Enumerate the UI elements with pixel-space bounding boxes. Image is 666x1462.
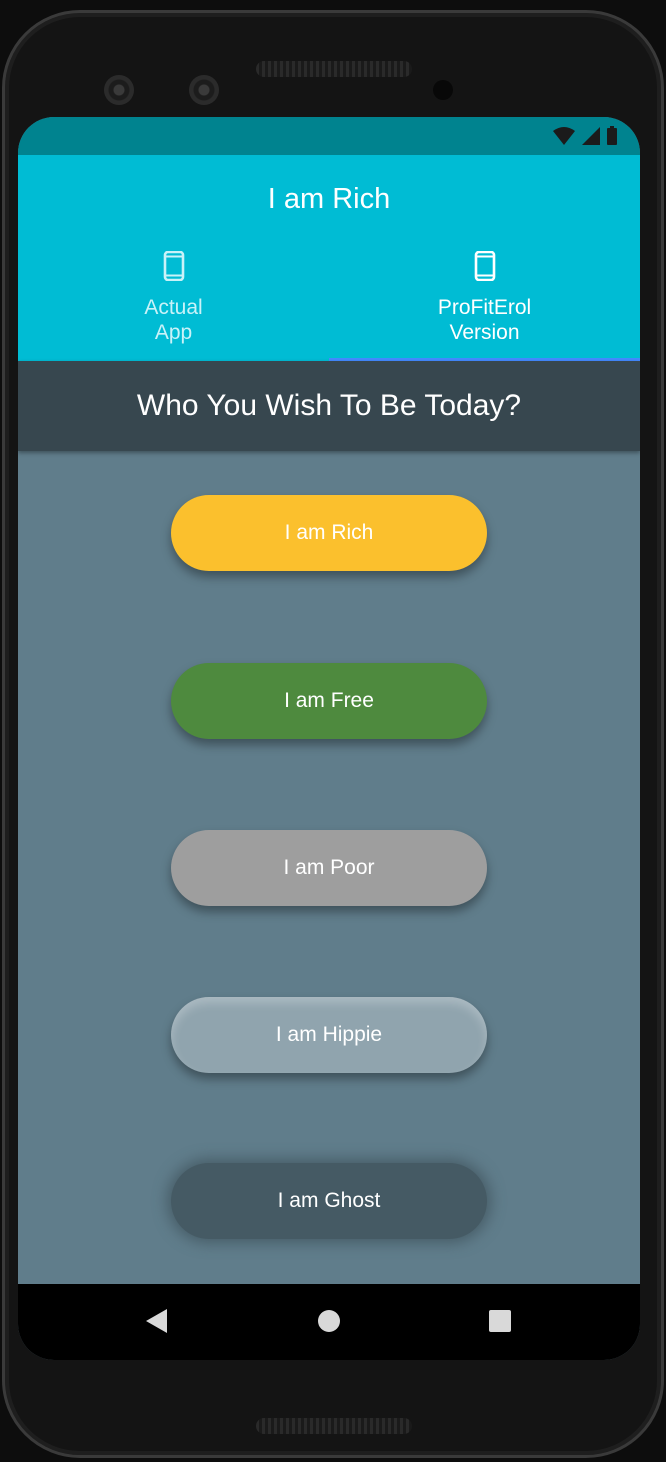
status-bar: [18, 117, 640, 155]
tab-bar: Actual App ProFitErol Version: [18, 249, 640, 361]
navigation-bar: [18, 1284, 640, 1360]
app-title: I am Rich: [267, 183, 391, 215]
phone-icon: [474, 251, 495, 281]
i-am-rich-button[interactable]: I am Rich: [171, 495, 487, 571]
app-bar: I am Rich Actual App ProFitErol Version: [18, 155, 640, 361]
battery-icon: [607, 126, 617, 145]
proximity-sensor: [433, 80, 453, 100]
wifi-icon: [553, 127, 575, 145]
front-camera: [104, 75, 134, 105]
device-screen: I am Rich Actual App ProFitErol Version: [18, 117, 640, 1360]
i-am-ghost-button[interactable]: I am Ghost: [171, 1163, 487, 1239]
i-am-free-button[interactable]: I am Free: [171, 663, 487, 739]
page-heading: Who You Wish To Be Today?: [18, 361, 640, 451]
tab-actual-app[interactable]: Actual App: [18, 249, 329, 361]
i-am-poor-button[interactable]: I am Poor: [171, 830, 487, 906]
home-icon[interactable]: [317, 1308, 341, 1334]
i-am-hippie-button[interactable]: I am Hippie: [171, 997, 487, 1073]
tab-profiterol-version[interactable]: ProFitErol Version: [329, 249, 640, 361]
tab-label: Actual App: [144, 296, 203, 344]
earpiece-speaker: [256, 61, 412, 77]
front-camera-secondary: [189, 75, 219, 105]
tab-label: ProFitErol Version: [437, 296, 532, 344]
status-icons: [552, 126, 618, 146]
back-icon[interactable]: [145, 1308, 169, 1334]
bottom-speaker: [256, 1418, 412, 1434]
recents-icon[interactable]: [488, 1308, 512, 1334]
signal-icon: [582, 127, 600, 145]
phone-icon: [163, 251, 184, 281]
